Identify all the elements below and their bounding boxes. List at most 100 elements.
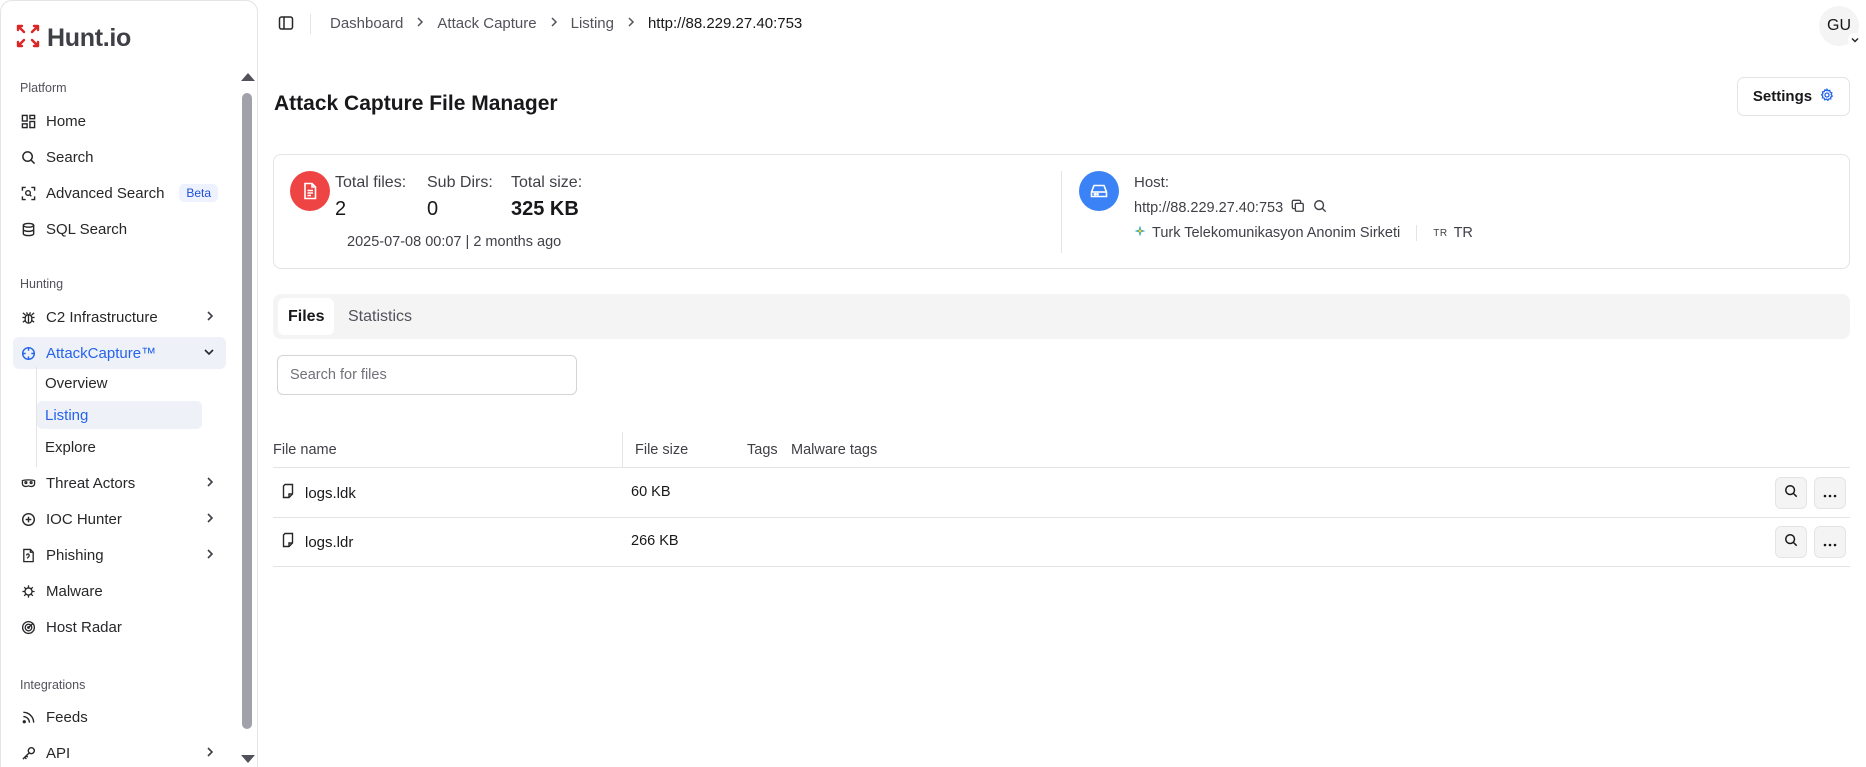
key-icon — [20, 745, 36, 761]
sidebar-toggle-icon[interactable] — [278, 15, 294, 35]
sidebar-item-label: API — [46, 744, 71, 762]
row-more-button[interactable] — [1814, 526, 1846, 558]
table-row[interactable]: logs.ldk 60 KB — [273, 469, 1850, 518]
breadcrumb-dashboard[interactable]: Dashboard — [330, 15, 403, 32]
sidebar-item-attackcapture[interactable]: AttackCapture™ — [13, 337, 226, 369]
files-table-header: File name File size Tags Malware tags — [273, 432, 1850, 468]
column-malware-tags[interactable]: Malware tags — [791, 442, 877, 458]
sidebar-item-host-radar[interactable]: Host Radar — [13, 611, 226, 643]
chevron-right-icon — [626, 15, 636, 32]
search-file-button[interactable] — [1775, 526, 1807, 558]
file-size: 266 KB — [631, 533, 679, 549]
brand-logo[interactable]: Hunt.io — [15, 23, 131, 53]
search-file-button[interactable] — [1775, 477, 1807, 509]
stat-value: 0 — [427, 198, 439, 220]
sidebar-item-ioc-hunter[interactable]: IOC Hunter — [13, 503, 226, 535]
virus-icon — [20, 583, 36, 599]
grid-icon — [20, 113, 36, 129]
search-icon — [20, 149, 36, 165]
settings-label: Settings — [1752, 88, 1813, 105]
sidebar-item-label: Malware — [46, 582, 103, 600]
file-name[interactable]: logs.ldk — [305, 485, 356, 502]
chevron-down-icon — [202, 345, 216, 363]
section-label-platform: Platform — [20, 81, 67, 95]
chevron-right-icon — [204, 547, 216, 565]
column-file-name[interactable]: File name — [273, 442, 337, 458]
phishing-icon — [20, 547, 36, 563]
timestamp-relative: 2 months ago — [473, 234, 562, 250]
sidebar-item-c2-infrastructure[interactable]: C2 Infrastructure — [13, 301, 226, 333]
gear-icon — [1820, 87, 1834, 106]
host-url-row: http://88.229.27.40:753 — [1134, 199, 1327, 217]
host-country: TR — [1453, 225, 1473, 241]
chevron-right-icon — [204, 309, 216, 327]
stat-value: 325 KB — [511, 198, 579, 220]
chevron-right-icon — [415, 15, 425, 32]
row-more-button[interactable] — [1814, 477, 1846, 509]
sidebar-subitem-overview[interactable]: Overview — [37, 369, 202, 397]
sidebar-item-phishing[interactable]: Phishing — [13, 539, 226, 571]
sidebar-item-home[interactable]: Home — [13, 105, 226, 137]
more-horizontal-icon — [1823, 485, 1837, 502]
stats-card: Total files: 2 Sub Dirs: 0 Total size: 3… — [273, 154, 1850, 269]
sidebar-item-malware[interactable]: Malware — [13, 575, 226, 607]
column-resizer[interactable] — [622, 432, 623, 468]
copy-icon[interactable] — [1291, 199, 1305, 217]
table-row[interactable]: logs.ldr 266 KB — [273, 518, 1850, 567]
search-files-input[interactable] — [277, 355, 577, 395]
search-icon — [1784, 533, 1798, 551]
column-file-size[interactable]: File size — [635, 442, 688, 458]
file-name-cell: logs.ldk — [281, 483, 356, 503]
sidebar-item-label: AttackCapture™ — [46, 344, 157, 362]
section-label-integrations: Integrations — [20, 678, 86, 692]
scrollbar-thumb[interactable] — [242, 93, 252, 729]
stat-sub-dirs: Sub Dirs: 0 — [427, 174, 493, 221]
scroll-down-arrow-icon[interactable] — [241, 755, 255, 763]
more-horizontal-icon — [1823, 534, 1837, 551]
sidebar-item-advanced-search[interactable]: Advanced Search Beta — [13, 177, 226, 209]
rss-icon — [20, 709, 36, 725]
sidebar-item-search[interactable]: Search — [13, 141, 226, 173]
stat-total-size: Total size: 325 KB — [511, 174, 582, 221]
sidebar-subitem-explore[interactable]: Explore — [37, 433, 202, 461]
sidebar-subitem-listing[interactable]: Listing — [37, 401, 202, 429]
sidebar-item-feeds[interactable]: Feeds — [13, 701, 226, 733]
sidebar-item-label: Host Radar — [46, 618, 122, 636]
tab-files[interactable]: Files — [278, 298, 335, 335]
host-organization[interactable]: Turk Telekomunikasyon Anonim Sirketi — [1152, 225, 1400, 241]
section-label-hunting: Hunting — [20, 277, 64, 291]
sidebar-item-sql-search[interactable]: SQL Search — [13, 213, 226, 245]
beta-badge: Beta — [179, 184, 218, 202]
hunt-logo-icon — [15, 23, 41, 53]
file-icon — [281, 532, 295, 552]
search-icon[interactable] — [1313, 199, 1327, 217]
page-title: Attack Capture File Manager — [274, 92, 558, 115]
file-name[interactable]: logs.ldr — [305, 534, 353, 551]
capture-timestamp: 2025-07-08 00:07 | 2 months ago — [347, 234, 561, 250]
breadcrumb-current: http://88.229.27.40:753 — [647, 15, 803, 32]
bug-icon — [20, 309, 36, 325]
column-tags[interactable]: Tags — [747, 442, 778, 458]
timestamp-absolute: 2025-07-08 00:07 — [347, 234, 462, 250]
chevron-down-icon[interactable] — [1848, 33, 1862, 47]
sidebar-item-threat-actors[interactable]: Threat Actors — [13, 467, 226, 499]
tab-statistics[interactable]: Statistics — [338, 298, 422, 335]
stat-total-files: Total files: 2 — [335, 174, 406, 221]
breadcrumb-attack-capture[interactable]: Attack Capture — [437, 15, 536, 32]
sidebar-scrollbar[interactable] — [241, 69, 255, 767]
scroll-up-arrow-icon[interactable] — [241, 73, 255, 81]
document-icon — [290, 171, 330, 211]
chevron-right-icon — [204, 475, 216, 493]
settings-button[interactable]: Settings — [1737, 77, 1850, 116]
host-label: Host: — [1134, 174, 1170, 191]
file-size: 60 KB — [631, 484, 671, 500]
breadcrumb-listing[interactable]: Listing — [571, 15, 614, 32]
stat-label: Total size: — [511, 174, 583, 191]
topbar-divider — [310, 14, 311, 34]
chevron-right-icon — [549, 15, 559, 32]
scan-icon — [20, 185, 36, 201]
country-flag-icon: TR — [1433, 227, 1448, 239]
sidebar-item-label: IOC Hunter — [46, 510, 122, 528]
sidebar-item-api[interactable]: API — [13, 737, 226, 767]
org-separator — [1416, 225, 1418, 241]
